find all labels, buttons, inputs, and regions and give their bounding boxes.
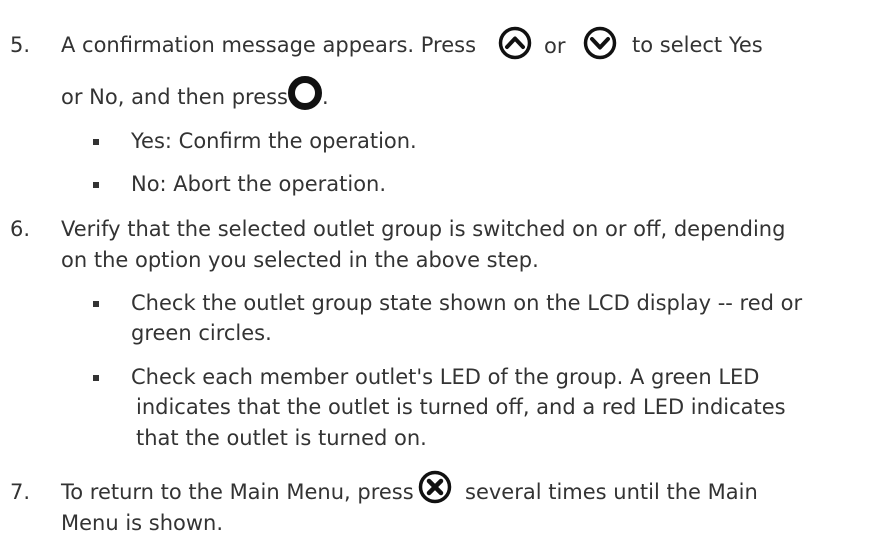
step7-text-a: To return to the Main Menu, press — [61, 480, 414, 504]
bullet-led-line3: that the outlet is turned on. — [136, 426, 427, 450]
down-arrow-button-icon — [583, 26, 617, 60]
bullet-lcd-line2: green circles. — [131, 321, 272, 345]
bullet-marker — [93, 375, 99, 381]
bullet-marker — [93, 301, 99, 307]
step6-line1: Verify that the selected outlet group is… — [61, 217, 786, 241]
step5-or: or — [544, 34, 566, 58]
step5-period: . — [322, 85, 329, 109]
bullet-led-line2: indicates that the outlet is turned off,… — [136, 395, 786, 419]
cancel-x-button-icon — [418, 470, 452, 504]
bullet-marker — [93, 182, 99, 188]
step5-text-b: to select Yes — [632, 33, 763, 57]
ok-button-icon — [287, 75, 323, 111]
step6-line2: on the option you selected in the above … — [61, 248, 539, 272]
bullet-marker — [93, 139, 99, 145]
bullet-no: No: Abort the operation. — [131, 172, 387, 196]
step5-text-a: A confirmation message appears. Press — [61, 33, 477, 57]
step-number: 5. — [10, 33, 31, 57]
step5-text-c: or No, and then press — [61, 85, 289, 109]
bullet-yes: Yes: Confirm the operation. — [131, 129, 417, 153]
bullet-lcd-line1: Check the outlet group state shown on th… — [131, 291, 803, 315]
up-arrow-button-icon — [498, 26, 532, 60]
step-number: 7. — [10, 480, 31, 504]
step7-line2: Menu is shown. — [61, 511, 224, 535]
bullet-led-line1: Check each member outlet's LED of the gr… — [131, 365, 760, 389]
step-number: 6. — [10, 217, 31, 241]
step7-text-b: several times until the Main — [465, 480, 758, 504]
